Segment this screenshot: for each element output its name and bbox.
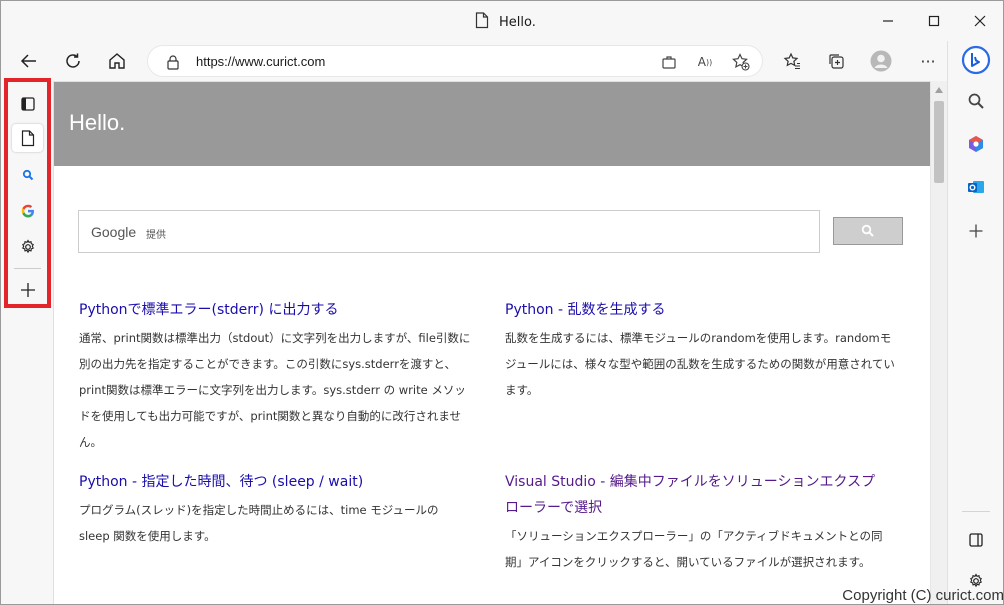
tab-actions-button[interactable] (12, 90, 43, 118)
sidebar-outlook-button[interactable] (961, 172, 991, 202)
vertical-tab-google[interactable] (12, 197, 43, 225)
article-summary: プログラム(スレッド)を指定した時間止めるには、time モジュールの slee… (79, 497, 479, 549)
article-title-link[interactable]: Pythonで標準エラー(stderr) に出力する (79, 297, 479, 323)
office-icon (969, 136, 983, 152)
title-bar: Hello. (1, 1, 1003, 41)
more-options-button[interactable]: ··· (912, 45, 944, 77)
lock-icon[interactable] (162, 51, 184, 73)
google-provided-label: 提供 (146, 230, 166, 241)
outlook-icon (968, 181, 984, 193)
hide-sidebar-button[interactable] (961, 525, 991, 555)
close-button[interactable] (957, 7, 1003, 35)
search-icon (861, 224, 874, 237)
article-card: Python - 指定した時間、待つ (sleep / wait) プログラム(… (79, 469, 479, 549)
sidebar-divider (14, 268, 41, 269)
summary-line: ドを使用しても出力可能ですが、print関数と異なり自動的に改行されませ (79, 409, 462, 423)
vertical-tab-hello[interactable] (12, 124, 43, 152)
collections-button[interactable] (820, 45, 852, 77)
article-card: Pythonで標準エラー(stderr) に出力する 通常、print関数は標準… (79, 297, 479, 455)
sidebar-toggle-icon (969, 533, 983, 547)
title-line: Visual Studio - 編集中ファイルをソリューションエクスプ (505, 474, 876, 490)
refresh-icon (66, 53, 80, 68)
sidebar-add-button[interactable] (961, 216, 991, 246)
article-summary: 通常、print関数は標準出力（stdout）に文字列を出力しますが、file引… (79, 325, 479, 455)
vertical-tab-settings[interactable] (12, 233, 43, 261)
favorites-icon (783, 52, 800, 70)
vertical-tabs-panel (4, 78, 51, 308)
summary-line: 通常、print関数は標準出力（stdout）に文字列を出力しますが、file引… (79, 331, 471, 345)
maximize-button[interactable] (911, 7, 957, 35)
home-button[interactable] (101, 45, 133, 77)
article-title-link[interactable]: Python - 指定した時間、待つ (sleep / wait) (79, 469, 479, 495)
tab-actions-icon (20, 97, 35, 111)
summary-line: 期」アイコンをクリックすると、開いているファイルが選択されます。 (505, 555, 871, 569)
google-icon (21, 204, 34, 218)
vertical-tab-search[interactable] (12, 161, 43, 189)
back-arrow-icon (20, 54, 36, 68)
window-title-group: Hello. (475, 12, 536, 33)
page-scrollbar[interactable] (930, 81, 947, 604)
article-card: Visual Studio - 編集中ファイルをソリューションエクスプ ローラー… (505, 469, 905, 575)
summary-line: ん。 (79, 435, 102, 449)
google-search-input[interactable]: Google 提供 (78, 210, 820, 253)
web-page: Hello. Google 提供 Pythonで標準エラー(stderr) に出… (53, 81, 930, 604)
search-button[interactable] (833, 217, 903, 245)
search-icon (22, 169, 33, 181)
copyright-footer: Copyright (C) curict.com (842, 587, 1004, 604)
summary-line: 別の出力先を指定することができます。この引数にsys.stderrを渡すと、 (79, 357, 456, 371)
scrollbar-thumb[interactable] (934, 101, 944, 183)
article-summary: 乱数を生成するには、標準モジュールのrandomを使用します。randomモ ジ… (505, 325, 905, 403)
new-tab-button[interactable] (12, 276, 43, 304)
summary-line: プログラム(スレッド)を指定した時間止めるには、time モジュールの (79, 503, 439, 517)
edge-sidebar (947, 41, 1003, 604)
bing-icon (961, 45, 991, 75)
collections-icon (829, 54, 844, 69)
minimize-button[interactable] (865, 7, 911, 35)
ellipsis-icon: ··· (920, 51, 936, 71)
summary-line: 乱数を生成するには、標準モジュールのrandomを使用します。randomモ (505, 331, 892, 345)
app-available-icon[interactable] (658, 51, 680, 73)
plus-icon (969, 224, 983, 238)
refresh-button[interactable] (57, 45, 89, 77)
article-title-link[interactable]: Visual Studio - 編集中ファイルをソリューションエクスプ ローラー… (505, 469, 905, 521)
article-card: Python - 乱数を生成する 乱数を生成するには、標準モジュールのrando… (505, 297, 905, 403)
summary-line: ジュールには、様々な型や範囲の乱数を生成するための関数が用意されてい (505, 357, 895, 371)
scroll-up-arrow-icon[interactable] (935, 87, 943, 93)
bing-chat-button[interactable] (961, 45, 991, 75)
window-title: Hello. (499, 15, 536, 30)
page-icon (475, 12, 489, 33)
address-bar[interactable]: https://www.curict.com A)) (147, 45, 763, 77)
summary-line: sleep 関数を使用します。 (79, 529, 216, 543)
avatar-icon (870, 50, 892, 72)
read-aloud-icon[interactable]: A)) (694, 51, 716, 73)
summary-line: print関数は標準エラーに文字列を出力します。sys.stderr の wri… (79, 383, 466, 397)
profile-button[interactable] (865, 45, 897, 77)
url-text: https://www.curict.com (196, 54, 326, 69)
sidebar-search-button[interactable] (961, 86, 991, 116)
summary-line: 「ソリューションエクスプローラー」の「アクティブドキュメントとの同 (505, 529, 883, 543)
browser-toolbar: https://www.curict.com A)) ··· (1, 41, 1003, 81)
site-header: Hello. (54, 82, 930, 166)
summary-line: ます。 (505, 383, 539, 397)
sidebar-divider (962, 511, 990, 512)
browser-window: Hello. https://www.curict.com A)) ··· H… (0, 0, 1004, 605)
home-icon (109, 53, 125, 69)
plus-icon (20, 283, 35, 297)
page-icon (21, 129, 34, 146)
site-title[interactable]: Hello. (69, 110, 125, 136)
sidebar-office-button[interactable] (961, 129, 991, 159)
google-logo: Google (91, 224, 137, 240)
add-favorite-icon[interactable] (730, 51, 752, 73)
article-title-link[interactable]: Python - 乱数を生成する (505, 297, 905, 323)
gear-icon (21, 239, 34, 254)
article-summary: 「ソリューションエクスプローラー」の「アクティブドキュメントとの同 期」アイコン… (505, 523, 905, 575)
favorites-button[interactable] (776, 45, 808, 77)
title-line: ローラーで選択 (505, 500, 603, 516)
back-button[interactable] (13, 45, 45, 77)
search-icon (968, 93, 984, 109)
